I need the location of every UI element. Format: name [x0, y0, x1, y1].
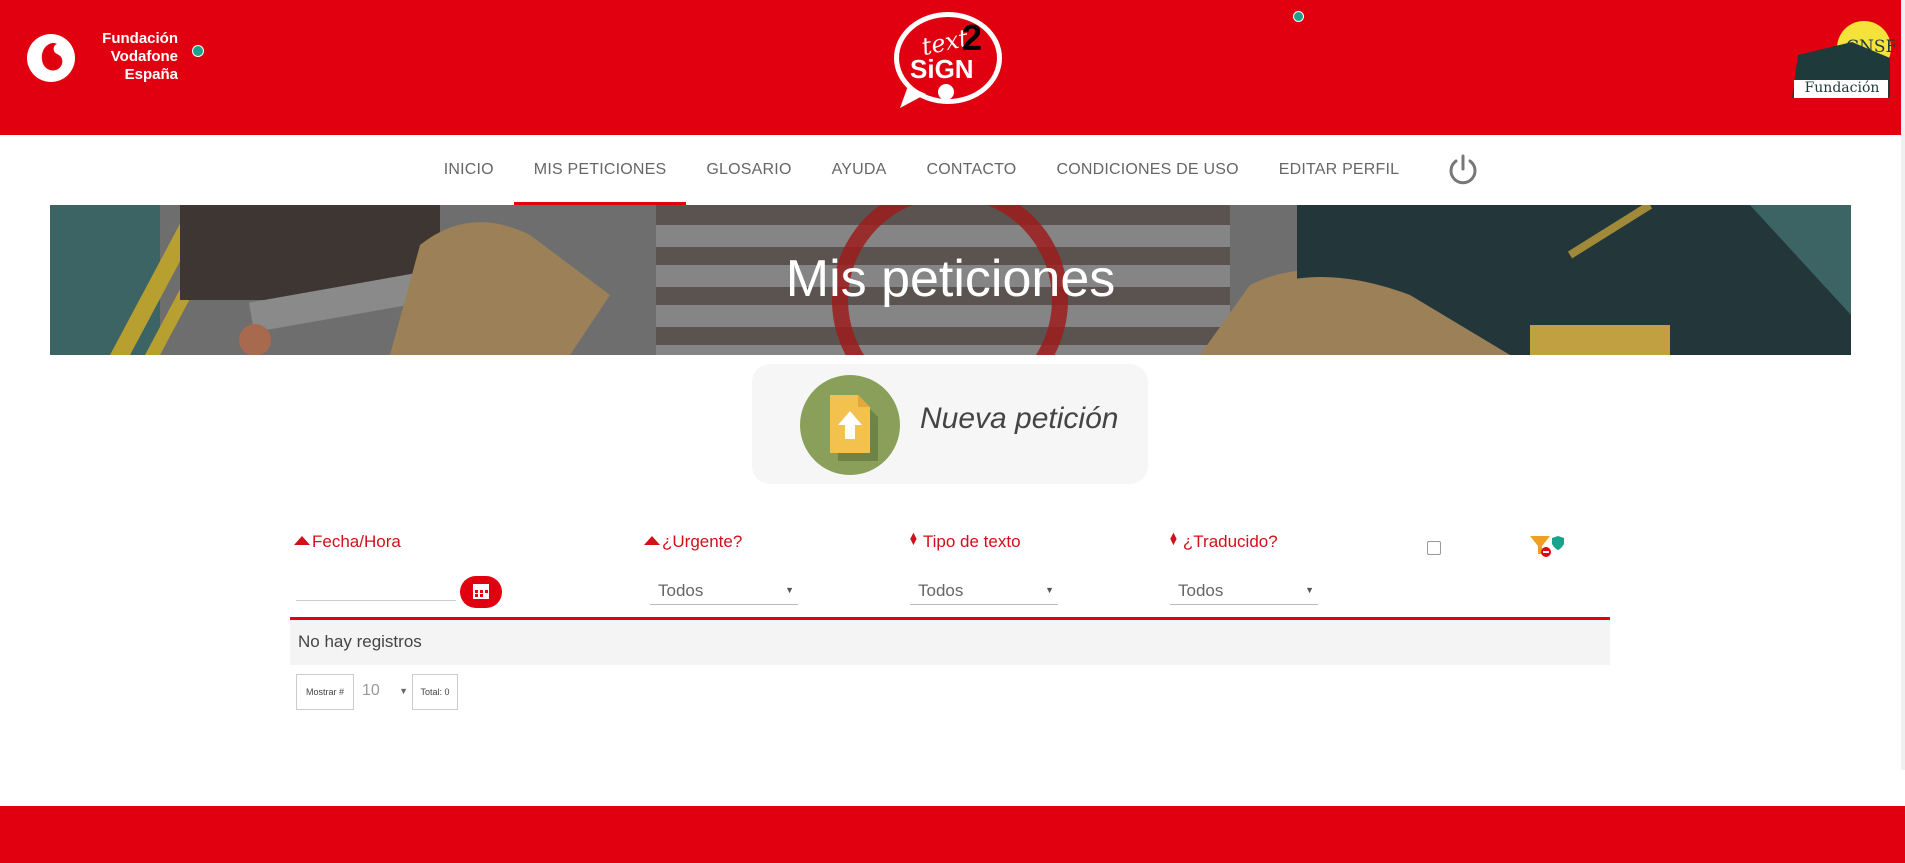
total-count: Total: 0	[412, 674, 458, 710]
column-header-traducido[interactable]: ▲ ▼ ¿Traducido?	[1168, 530, 1278, 552]
chevron-down-icon: ▼	[785, 585, 794, 595]
page-title: Mis peticiones	[785, 250, 1116, 308]
page-footer	[0, 806, 1905, 863]
table-row: No hay registros	[290, 620, 1610, 665]
nav-item-condiciones[interactable]: CONDICIONES DE USO	[1036, 135, 1258, 205]
svg-text:CNSE: CNSE	[1846, 37, 1895, 57]
date-filter-input[interactable]	[296, 572, 456, 601]
column-header-fecha[interactable]: Fecha/Hora	[294, 532, 401, 552]
calendar-icon	[473, 584, 489, 599]
security-badge-icon	[1293, 11, 1304, 22]
chevron-down-icon: ▼	[399, 686, 408, 696]
power-icon[interactable]	[1445, 152, 1481, 188]
column-label: Fecha/Hora	[312, 532, 401, 551]
select-all-checkbox[interactable]	[1427, 541, 1441, 555]
clear-filter-icon[interactable]	[1528, 532, 1566, 558]
file-upload-icon	[800, 375, 900, 475]
vodafone-line-2: Vodafone	[110, 48, 178, 65]
svg-text:SiGN: SiGN	[910, 54, 974, 84]
nav-item-glosario[interactable]: GLOSARIO	[686, 135, 811, 205]
column-label: Tipo de texto	[922, 532, 1021, 551]
sort-asc-icon	[644, 536, 660, 545]
top-header: Fundación Vodafone España text 2 SiGN CN…	[0, 0, 1905, 135]
nav-item-contacto[interactable]: CONTACTO	[907, 135, 1037, 205]
select-value: 10	[362, 682, 380, 699]
tipo-filter-select[interactable]: Todos ▼	[910, 578, 1058, 605]
svg-text:Fundación: Fundación	[1805, 80, 1880, 96]
page-scrollbar[interactable]	[1901, 0, 1905, 770]
page-banner: Mis peticiones	[50, 205, 1851, 355]
traducido-filter-select[interactable]: Todos ▼	[1170, 578, 1318, 605]
security-badge-icon	[192, 45, 204, 57]
nav-item-ayuda[interactable]: AYUDA	[812, 135, 907, 205]
sort-both-icon: ▲ ▼	[1168, 530, 1179, 548]
select-value: Todos	[918, 581, 964, 600]
urgente-filter-select[interactable]: Todos ▼	[650, 578, 798, 605]
sort-asc-icon	[294, 536, 310, 545]
select-value: Todos	[1178, 581, 1224, 600]
text2sign-logo[interactable]: text 2 SiGN	[888, 6, 1008, 111]
page-size-select[interactable]: 10 ▼	[354, 674, 410, 708]
vodafone-line-3: España	[124, 66, 178, 83]
svg-text:2: 2	[962, 17, 982, 58]
column-header-urgente[interactable]: ¿Urgente?	[644, 532, 742, 552]
nav-item-inicio[interactable]: INICIO	[424, 135, 514, 205]
vodafone-logo[interactable]	[26, 33, 76, 83]
nav-item-editar-perfil[interactable]: EDITAR PERFIL	[1259, 135, 1420, 205]
chevron-down-icon: ▼	[1045, 585, 1054, 595]
page-size-label: Mostrar #	[296, 674, 354, 710]
new-request-label: Nueva petición	[920, 402, 1119, 435]
chevron-down-icon: ▼	[1305, 585, 1314, 595]
column-label: ¿Urgente?	[662, 532, 743, 551]
column-label: ¿Traducido?	[1182, 532, 1278, 551]
sort-both-icon: ▲ ▼	[908, 530, 919, 548]
new-request-button[interactable]: Nueva petición	[752, 364, 1148, 484]
column-header-tipo[interactable]: ▲ ▼ Tipo de texto	[908, 530, 1021, 552]
empty-message: No hay registros	[298, 632, 422, 651]
cnse-fundacion-logo[interactable]: CNSE Fundación	[1790, 20, 1895, 100]
nav-item-mis-peticiones[interactable]: MIS PETICIONES	[513, 135, 687, 205]
main-navigation: INICIO MIS PETICIONES GLOSARIO AYUDA CON…	[0, 135, 1905, 205]
calendar-button[interactable]	[460, 576, 502, 608]
select-value: Todos	[658, 581, 704, 600]
vodafone-line-1: Fundación	[102, 30, 178, 47]
vodafone-name: Fundación Vodafone España	[86, 30, 178, 84]
